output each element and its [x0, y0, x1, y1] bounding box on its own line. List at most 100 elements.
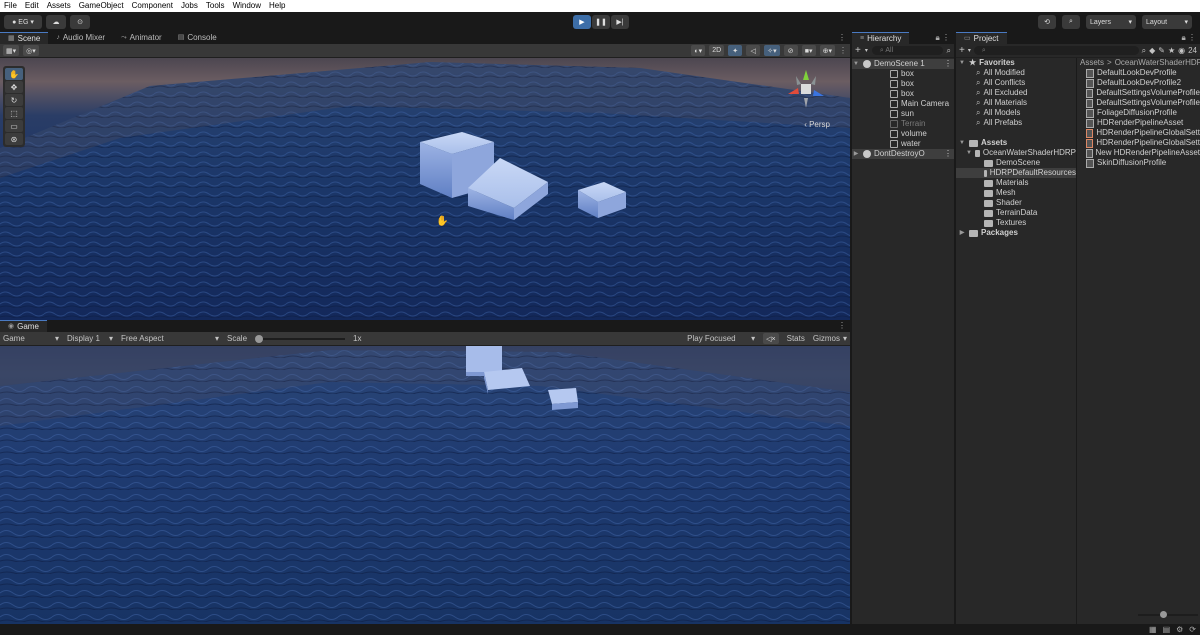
layers-dropdown[interactable]: Layers ▾: [1086, 15, 1136, 29]
scene-viewport[interactable]: ✋ ✋ ✥ ↻ ⬚ ▭ ⊛ ‹ Persp: [0, 58, 850, 320]
move-tool-button[interactable]: ✥: [5, 81, 23, 93]
kebab-menu-icon[interactable]: ⋮: [838, 320, 846, 332]
cloud-button[interactable]: ☁: [46, 15, 66, 29]
menu-component[interactable]: Component: [128, 0, 177, 12]
label-icon[interactable]: ✎: [1158, 46, 1165, 55]
tab-animator[interactable]: ⤳ Animator: [113, 32, 170, 44]
gizmos-button[interactable]: ⊕▾: [819, 45, 835, 56]
tab-scene[interactable]: ▦ Scene: [0, 32, 49, 44]
chevron-right-icon[interactable]: ▶: [852, 149, 860, 159]
account-dropdown[interactable]: ● EG ▾: [4, 15, 42, 29]
favorite-all-conflicts[interactable]: ⌕ All Conflicts: [956, 78, 1076, 88]
assets-row[interactable]: ▼ Assets: [956, 138, 1076, 148]
file-item[interactable]: FoliageDiffusionProfile: [1078, 108, 1200, 118]
shading-mode-button[interactable]: ◐▾: [691, 45, 706, 56]
breadcrumb-root[interactable]: Assets: [1080, 58, 1104, 68]
file-item[interactable]: DefaultSettingsVolumeProfile: [1078, 98, 1200, 108]
kebab-menu-icon[interactable]: ⋮: [944, 149, 954, 159]
star-icon[interactable]: ★: [1168, 46, 1175, 55]
eye-icon[interactable]: ◉: [1178, 46, 1185, 55]
display-dropdown[interactable]: Display 1 ▾: [67, 334, 113, 343]
rect-tool-button[interactable]: ▭: [5, 120, 23, 132]
menu-tools[interactable]: Tools: [202, 0, 229, 12]
kebab-menu-icon[interactable]: ⋮: [944, 59, 954, 69]
add-icon[interactable]: +: [855, 45, 861, 56]
hand-tool-button[interactable]: ✋: [5, 68, 23, 80]
search-scope-icon[interactable]: ⌕: [947, 46, 951, 56]
favorite-all-excluded[interactable]: ⌕ All Excluded: [956, 88, 1076, 98]
hierarchy-item-sun[interactable]: sun: [852, 109, 954, 119]
hierarchy-item-box[interactable]: box: [852, 89, 954, 99]
menu-assets[interactable]: Assets: [43, 0, 75, 12]
search-button[interactable]: ⌕: [1062, 15, 1080, 29]
chevron-down-icon[interactable]: ▼: [966, 148, 972, 158]
persp-label[interactable]: ‹ Persp: [804, 120, 830, 129]
icon-size-thumb[interactable]: [1160, 611, 1167, 618]
chevron-down-icon[interactable]: ▼: [852, 59, 860, 69]
history-button[interactable]: ⟲: [1038, 15, 1056, 29]
search-type-icon[interactable]: ⌕: [1142, 46, 1146, 56]
tab-game[interactable]: ◉ Game: [0, 320, 47, 332]
folder-demoscene[interactable]: DemoScene: [956, 158, 1076, 168]
scale-tool-button[interactable]: ⬚: [5, 107, 23, 119]
file-item[interactable]: DefaultLookDevProfile2: [1078, 78, 1200, 88]
display-mode-dropdown[interactable]: Game ▾: [3, 334, 59, 343]
cache-icon[interactable]: ▤: [1163, 625, 1171, 634]
visibility-toggle[interactable]: ⊘: [783, 45, 798, 56]
favorite-all-modified[interactable]: ⌕ All Modified: [956, 68, 1076, 78]
favorite-all-models[interactable]: ⌕ All Models: [956, 108, 1076, 118]
rotate-tool-button[interactable]: ↻: [5, 94, 23, 106]
menu-help[interactable]: Help: [265, 0, 289, 12]
hierarchy-item-terrain[interactable]: Terrain: [852, 119, 954, 129]
2d-toggle[interactable]: 2D: [709, 45, 725, 56]
packages-row[interactable]: ▶ Packages: [956, 228, 1076, 238]
chevron-down-icon[interactable]: ▾: [968, 47, 971, 54]
filter-icon[interactable]: ◆: [1149, 46, 1155, 55]
favorite-all-prefabs[interactable]: ⌕ All Prefabs: [956, 118, 1076, 128]
mute-audio-button[interactable]: ◁×: [763, 333, 779, 344]
chevron-down-icon[interactable]: ▾: [865, 47, 868, 54]
gizmos-dropdown[interactable]: Gizmos ▾: [813, 334, 847, 343]
folder-shader[interactable]: Shader: [956, 198, 1076, 208]
scale-slider[interactable]: [255, 334, 346, 344]
folder-hdrpdefaultresources[interactable]: HDRPDefaultResources: [956, 168, 1076, 178]
menu-jobs[interactable]: Jobs: [177, 0, 202, 12]
file-item[interactable]: HDRenderPipelineGlobalSett: [1078, 138, 1200, 148]
folder-terraindata[interactable]: TerrainData: [956, 208, 1076, 218]
tab-project[interactable]: ▭ Project: [956, 32, 1007, 44]
file-item[interactable]: New HDRenderPipelineAsset: [1078, 148, 1200, 158]
breadcrumb-leaf[interactable]: OceanWaterShaderHDRP: [1115, 58, 1200, 68]
chevron-right-icon[interactable]: ▶: [958, 228, 966, 238]
icon-size-slider[interactable]: [1138, 611, 1198, 618]
scene-row[interactable]: ▼ DemoScene 1 ⋮: [852, 59, 954, 69]
tab-console[interactable]: ▤ Console: [170, 32, 225, 44]
hierarchy-item-box[interactable]: box: [852, 69, 954, 79]
lock-menu[interactable]: 🔒︎ ⋮: [1182, 32, 1197, 44]
chevron-down-icon[interactable]: ▼: [958, 138, 966, 148]
folder-textures[interactable]: Textures: [956, 218, 1076, 228]
file-item[interactable]: HDRenderPipelineAsset: [1078, 118, 1200, 128]
tab-hierarchy[interactable]: ≡ Hierarchy: [852, 32, 910, 44]
dont-destroy-row[interactable]: ▶ DontDestroyO ⋮: [852, 149, 954, 159]
game-viewport[interactable]: [0, 346, 850, 624]
stats-button[interactable]: Stats: [787, 334, 805, 343]
play-focused-dropdown[interactable]: Play Focused ▾: [687, 334, 755, 343]
file-item[interactable]: HDRenderPipelineGlobalSett: [1078, 128, 1200, 138]
folder-mesh[interactable]: Mesh: [956, 188, 1076, 198]
effects-toggle[interactable]: ✧▾: [764, 45, 780, 56]
pause-button[interactable]: ❚❚: [592, 15, 610, 29]
menu-gameobject[interactable]: GameObject: [75, 0, 128, 12]
debug-icon[interactable]: ⚙: [1176, 625, 1183, 634]
orientation-gizmo[interactable]: [784, 66, 828, 110]
draw-mode-button[interactable]: ▦▾: [3, 45, 20, 56]
chevron-down-icon[interactable]: ▼: [958, 58, 966, 68]
lock-menu[interactable]: 🔒︎ ⋮: [936, 32, 951, 44]
progress-icon[interactable]: ▦: [1149, 625, 1157, 634]
hierarchy-item-main-camera[interactable]: Main Camera: [852, 99, 954, 109]
menu-file[interactable]: File: [0, 0, 21, 12]
global-toggle[interactable]: ◎▾: [23, 45, 39, 56]
transform-tool-button[interactable]: ⊛: [5, 133, 23, 145]
add-icon[interactable]: +: [959, 45, 965, 56]
project-search-input[interactable]: ⌕: [973, 46, 1139, 55]
kebab-menu-icon[interactable]: ⋮: [838, 32, 846, 44]
